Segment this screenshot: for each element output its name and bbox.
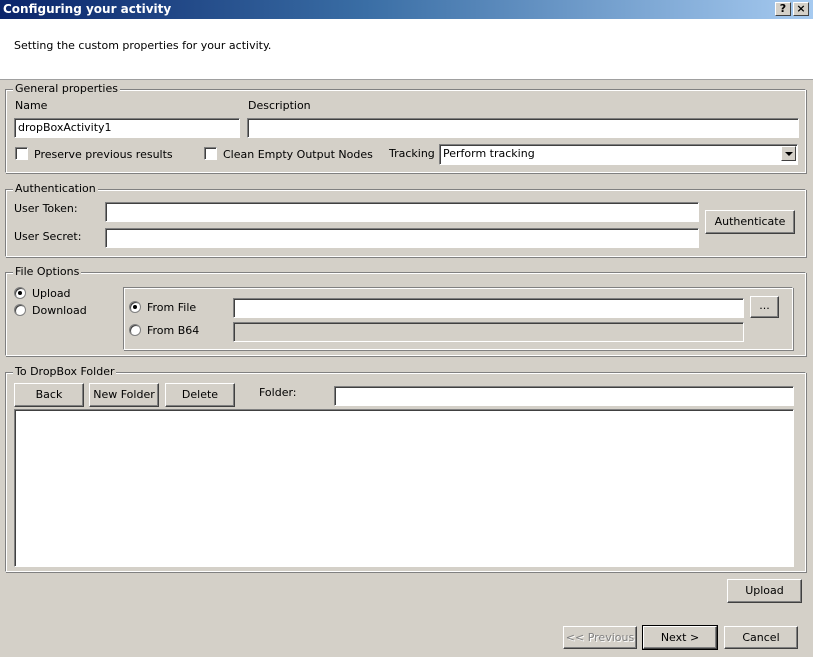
new-folder-label: New Folder <box>93 388 155 401</box>
delete-label: Delete <box>181 388 219 401</box>
browse-button[interactable]: ... <box>750 296 779 318</box>
preserve-results-checkbox[interactable] <box>15 147 28 160</box>
from-b64-label: From B64 <box>147 324 200 337</box>
delete-button[interactable]: Delete <box>165 383 235 407</box>
download-radio-label: Download <box>32 304 87 317</box>
authenticate-label: Authenticate <box>714 215 786 228</box>
previous-label: << Previous <box>565 631 635 644</box>
close-icon: × <box>796 2 806 15</box>
help-button[interactable]: ? <box>775 2 791 16</box>
back-button[interactable]: Back <box>14 383 84 407</box>
new-folder-button[interactable]: New Folder <box>89 383 159 407</box>
help-icon: ? <box>779 2 787 15</box>
upload-button-label: Upload <box>745 584 784 597</box>
upload-radio-label: Upload <box>32 287 71 300</box>
upload-button[interactable]: Upload <box>727 579 802 603</box>
user-secret-label: User Secret: <box>14 230 82 243</box>
folder-input[interactable] <box>334 386 794 406</box>
title-bar: Configuring your activity <box>0 0 813 19</box>
next-label: Next > <box>660 631 700 644</box>
close-button[interactable]: × <box>793 2 809 16</box>
description-label: Description <box>248 99 311 112</box>
back-label: Back <box>35 388 63 401</box>
radio-dot-icon <box>18 291 22 295</box>
dropbox-folder-legend: To DropBox Folder <box>13 365 117 379</box>
clean-empty-nodes-label: Clean Empty Output Nodes <box>223 148 373 161</box>
user-token-input[interactable] <box>105 202 699 222</box>
from-file-input[interactable] <box>233 298 744 318</box>
preserve-results-label: Preserve previous results <box>34 148 173 161</box>
user-secret-input[interactable] <box>105 228 699 248</box>
authentication-legend: Authentication <box>13 182 98 196</box>
browse-label: ... <box>759 299 770 312</box>
download-radio[interactable] <box>14 304 26 316</box>
name-input[interactable]: dropBoxActivity1 <box>14 118 240 138</box>
page-subtitle: Setting the custom properties for your a… <box>14 39 272 52</box>
chevron-down-icon[interactable] <box>781 146 796 161</box>
folder-label: Folder: <box>259 386 297 399</box>
cancel-label: Cancel <box>742 631 780 644</box>
general-properties-legend: General properties <box>13 82 120 96</box>
from-file-label: From File <box>147 301 197 314</box>
description-input[interactable] <box>247 118 799 138</box>
clean-empty-nodes-checkbox[interactable] <box>204 147 217 160</box>
previous-button[interactable]: << Previous <box>563 626 637 649</box>
authenticate-button[interactable]: Authenticate <box>705 210 795 234</box>
folder-file-list[interactable] <box>14 409 794 567</box>
tracking-select[interactable]: Perform tracking <box>439 144 798 165</box>
tracking-value: Perform tracking <box>443 147 535 160</box>
from-b64-radio[interactable] <box>129 324 141 336</box>
cancel-button[interactable]: Cancel <box>724 626 798 649</box>
tracking-label: Tracking <box>389 147 435 160</box>
next-button[interactable]: Next > <box>642 625 718 650</box>
header-panel: Setting the custom properties for your a… <box>0 19 813 79</box>
header-divider <box>0 79 813 80</box>
name-label: Name <box>15 99 48 112</box>
window-title: Configuring your activity <box>3 2 172 16</box>
user-token-label: User Token: <box>14 202 78 215</box>
from-b64-input[interactable] <box>233 322 744 342</box>
upload-radio[interactable] <box>14 287 26 299</box>
from-file-radio[interactable] <box>129 301 141 313</box>
file-options-legend: File Options <box>13 265 82 279</box>
radio-dot-icon <box>133 305 137 309</box>
